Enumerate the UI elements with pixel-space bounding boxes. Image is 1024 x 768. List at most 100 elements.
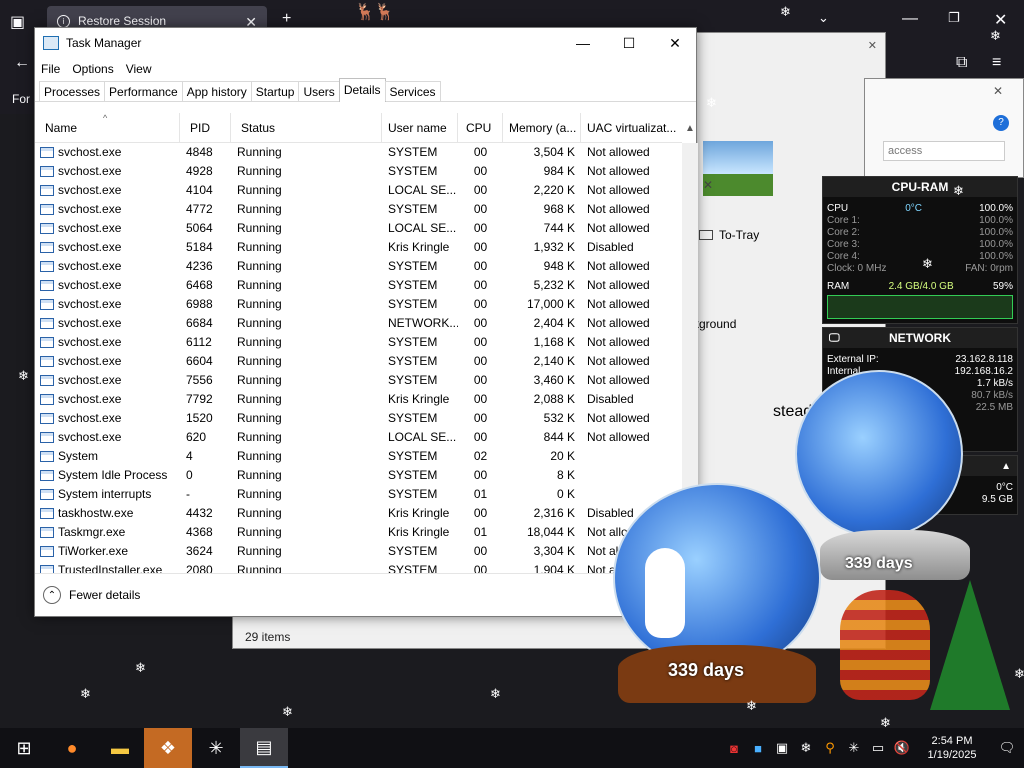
- tab-performance[interactable]: Performance: [104, 81, 183, 101]
- column-header-memory[interactable]: Memory (a...: [503, 113, 581, 143]
- menu-options[interactable]: Options: [72, 62, 113, 76]
- file-explorer-icon[interactable]: ▬: [96, 728, 144, 768]
- restore-icon[interactable]: ❐: [948, 10, 960, 26]
- tab-users[interactable]: Users: [298, 81, 340, 101]
- menu-file[interactable]: File: [41, 62, 60, 76]
- notification-icon[interactable]: 🗨: [990, 740, 1024, 756]
- minimize-icon[interactable]: —: [902, 10, 918, 28]
- tab-services[interactable]: Services: [384, 81, 441, 101]
- table-row[interactable]: taskhostw.exe 4432 Running Kris Kringle 00 2,…: [35, 504, 682, 523]
- process-name: svchost.exe: [35, 314, 180, 333]
- table-row[interactable]: System interrupts - Running SYSTEM 01 0 K: [35, 485, 682, 504]
- table-row[interactable]: svchost.exe 5064 Running LOCAL SE... 00 744 K…: [35, 219, 682, 238]
- chevron-down-icon[interactable]: ⌄: [818, 10, 829, 26]
- start-icon[interactable]: ⊞: [0, 728, 48, 768]
- fewer-details-button[interactable]: ⌃ Fewer details: [35, 573, 696, 616]
- table-row[interactable]: svchost.exe 6604 Running SYSTEM 00 2,140 K Not…: [35, 352, 682, 371]
- close-icon[interactable]: ✕: [703, 178, 713, 192]
- cpu-total: 100.0%: [979, 203, 1013, 214]
- process-pid: 5064: [186, 221, 213, 235]
- process-status: Running: [237, 316, 282, 330]
- search-icon[interactable]: ⚲: [818, 740, 842, 756]
- volume-muted-icon[interactable]: 🔇: [890, 740, 914, 756]
- table-row[interactable]: svchost.exe 6684 Running NETWORK... 00 2,404 …: [35, 314, 682, 333]
- column-header-user-name[interactable]: User name: [382, 113, 458, 143]
- close-icon[interactable]: ✕: [993, 84, 1003, 98]
- tab-processes[interactable]: Processes: [39, 81, 106, 101]
- table-row[interactable]: svchost.exe 6112 Running SYSTEM 00 1,168 K Not…: [35, 333, 682, 352]
- process-icon: [40, 223, 54, 234]
- new-tab-icon[interactable]: +: [282, 10, 291, 28]
- table-row[interactable]: TiWorker.exe 3624 Running SYSTEM 00 3,304 K No…: [35, 542, 682, 561]
- close-icon[interactable]: ✕: [868, 39, 877, 52]
- process-uac: Not allowed: [587, 316, 650, 330]
- network-icon[interactable]: ▭: [866, 740, 890, 756]
- table-row[interactable]: svchost.exe 620 Running LOCAL SE... 00 844 K N…: [35, 428, 682, 447]
- tray-app-icon[interactable]: ❄: [794, 740, 818, 756]
- close-window-icon[interactable]: ✕: [994, 10, 1007, 30]
- maximize-icon[interactable]: ☐: [606, 28, 652, 58]
- firefox-icon[interactable]: ●: [48, 728, 96, 768]
- column-header-status[interactable]: Status: [231, 113, 382, 143]
- minimize-icon[interactable]: —: [560, 28, 606, 58]
- tab-startup[interactable]: Startup: [250, 81, 300, 101]
- tray-app-icon[interactable]: ▣: [770, 740, 794, 756]
- process-user: SYSTEM: [388, 354, 438, 368]
- process-pid: 4848: [186, 145, 213, 159]
- process-status: Running: [237, 183, 282, 197]
- menu-icon[interactable]: ≡: [992, 54, 1001, 72]
- process-cpu: 00: [473, 354, 488, 368]
- table-row[interactable]: svchost.exe 6468 Running SYSTEM 00 5,232 K Not…: [35, 276, 682, 295]
- chevron-up-icon[interactable]: ▲: [1001, 461, 1011, 472]
- process-icon: [40, 147, 54, 158]
- scroll-up-icon[interactable]: ▲: [682, 113, 698, 143]
- tray-app-icon[interactable]: ■: [746, 741, 770, 756]
- process-user: Kris Kringle: [388, 392, 450, 406]
- process-icon: [40, 489, 54, 500]
- process-user: SYSTEM: [388, 563, 438, 573]
- menu-view[interactable]: View: [126, 62, 152, 76]
- process-icon: [40, 546, 54, 557]
- process-user: SYSTEM: [388, 468, 438, 482]
- process-uac: Disabled: [587, 392, 634, 406]
- close-icon[interactable]: ✕: [652, 28, 698, 58]
- monitor-icon: 🖵: [829, 331, 840, 344]
- table-row[interactable]: svchost.exe 4772 Running SYSTEM 00 968 K Not a…: [35, 200, 682, 219]
- table-row[interactable]: svchost.exe 4928 Running SYSTEM 00 984 K Not a…: [35, 162, 682, 181]
- process-memory: 1,168 K: [533, 335, 575, 349]
- asterisk-app-icon[interactable]: ✳: [192, 728, 240, 768]
- table-row[interactable]: TrustedInstaller.exe 2080 Running SYSTEM 00 1…: [35, 561, 682, 573]
- to-tray-button[interactable]: To-Tray: [699, 228, 759, 242]
- process-uac: [581, 447, 681, 466]
- table-row[interactable]: svchost.exe 5184 Running Kris Kringle 00 1,93…: [35, 238, 682, 257]
- tray-app-icon[interactable]: ◙: [722, 741, 746, 756]
- column-header-pid[interactable]: PID: [180, 113, 231, 143]
- column-header-name[interactable]: Name ^: [35, 113, 180, 143]
- tab-details[interactable]: Details: [338, 78, 386, 102]
- clock[interactable]: 2:54 PM 1/19/2025: [914, 734, 990, 762]
- tab-app-history[interactable]: App history: [181, 81, 252, 101]
- table-row[interactable]: System 4 Running SYSTEM 02 20 K: [35, 447, 682, 466]
- table-row[interactable]: svchost.exe 4104 Running LOCAL SE... 00 2,220…: [35, 181, 682, 200]
- table-row[interactable]: svchost.exe 7556 Running SYSTEM 00 3,460 K Not…: [35, 371, 682, 390]
- table-row[interactable]: svchost.exe 7792 Running Kris Kringle 00 2,08…: [35, 390, 682, 409]
- app-icon[interactable]: ❖: [144, 728, 192, 768]
- table-row[interactable]: svchost.exe 1520 Running SYSTEM 00 532 K Not a…: [35, 409, 682, 428]
- column-header-uac[interactable]: UAC virtualizat...: [581, 113, 682, 143]
- task-manager-taskbar-icon[interactable]: ▤: [240, 728, 288, 768]
- extensions-icon[interactable]: ⧉: [956, 54, 967, 72]
- table-row[interactable]: svchost.exe 4848 Running SYSTEM 00 3,504 K Not…: [35, 143, 682, 162]
- back-icon[interactable]: ←: [14, 54, 30, 72]
- table-row[interactable]: svchost.exe 6988 Running SYSTEM 00 17,000 K No…: [35, 295, 682, 314]
- help-icon[interactable]: ?: [993, 115, 1009, 131]
- process-status: Running: [237, 392, 282, 406]
- table-row[interactable]: System Idle Process 0 Running SYSTEM 00 8 K: [35, 466, 682, 485]
- column-header-cpu[interactable]: CPU: [458, 113, 503, 143]
- tray-app-icon[interactable]: ✳: [842, 740, 866, 756]
- search-input[interactable]: access: [883, 141, 1005, 161]
- table-row[interactable]: svchost.exe 4236 Running SYSTEM 00 948 K Not a…: [35, 257, 682, 276]
- table-row[interactable]: Taskmgr.exe 4368 Running Kris Kringle 01 18,0…: [35, 523, 682, 542]
- menu-bar: File Options View: [35, 58, 696, 80]
- process-pid: 2080: [186, 563, 213, 573]
- tab-list-icon[interactable]: ▣: [10, 12, 25, 32]
